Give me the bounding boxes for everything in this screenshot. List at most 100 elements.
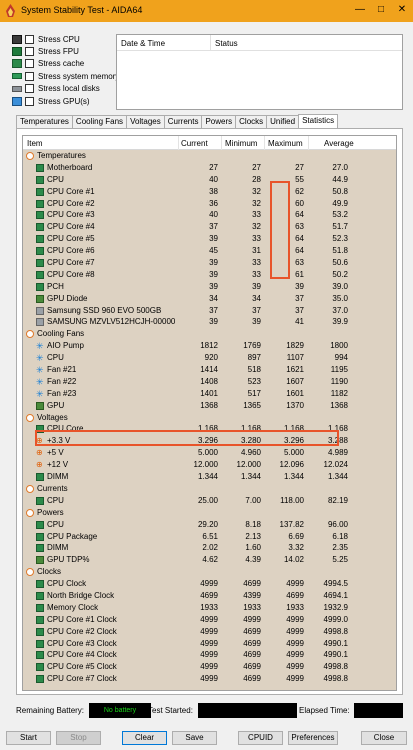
clear-button[interactable]: Clear <box>122 731 167 745</box>
item-label: CPU Clock <box>47 579 87 589</box>
table-row[interactable]: CPU Core #6 45 31 64 51.8 <box>23 245 396 257</box>
table-row[interactable]: ⊕ +5 V 5.000 4.960 5.000 4.989 <box>23 447 396 459</box>
tab-unified[interactable]: Unified <box>266 115 300 128</box>
table-row[interactable]: CPU Clock 4999 4699 4999 4994.5 <box>23 578 396 590</box>
table-row[interactable]: ✳ Fan #22 1408 523 1607 1190 <box>23 376 396 388</box>
table-row[interactable]: CPU Core #4 Clock 4999 4699 4999 4990.1 <box>23 649 396 661</box>
table-row[interactable]: GPU TDP% 4.62 4.39 14.02 5.25 <box>23 554 396 566</box>
sensor-chip-icon <box>36 532 44 541</box>
table-row[interactable]: CPU Core #4 37 32 63 51.7 <box>23 221 396 233</box>
table-row[interactable]: CPU Core #8 39 33 61 50.2 <box>23 269 396 281</box>
table-row[interactable]: GPU 1368 1365 1370 1368 <box>23 400 396 412</box>
stress-cpu-checkbox[interactable] <box>25 34 34 44</box>
category-toggle-icon[interactable] <box>26 152 34 160</box>
table-row[interactable]: Samsung SSD 960 EVO 500GB 37 37 37 37.0 <box>23 305 396 317</box>
sensor-chip-icon <box>36 639 44 648</box>
preferences-button[interactable]: Preferences <box>288 731 338 745</box>
stress-memory-checkbox[interactable] <box>25 71 34 81</box>
stress-cpu-option[interactable]: Stress CPU <box>12 33 119 45</box>
category-toggle-icon[interactable] <box>26 568 34 577</box>
category-row[interactable]: Currents <box>23 483 396 495</box>
table-row[interactable]: CPU Core #3 Clock 4999 4699 4999 4990.1 <box>23 638 396 650</box>
table-row[interactable]: Motherboard 27 27 27 27.0 <box>23 162 396 174</box>
table-row[interactable]: ✳ Fan #23 1401 517 1601 1182 <box>23 388 396 400</box>
average-value: 2.35 <box>332 543 348 553</box>
category-toggle-icon[interactable] <box>26 484 34 493</box>
start-button[interactable]: Start <box>6 731 51 745</box>
tab-voltages[interactable]: Voltages <box>126 115 165 128</box>
tab-cooling-fans[interactable]: Cooling Fans <box>71 115 128 128</box>
maximize-icon[interactable]: □ <box>374 3 388 17</box>
table-row[interactable]: CPU 29.20 8.18 137.82 96.00 <box>23 519 396 531</box>
category-row[interactable]: Temperatures <box>23 150 396 162</box>
current-value: 39 <box>209 269 218 279</box>
table-row[interactable]: ✳ Fan #21 1414 518 1621 1195 <box>23 364 396 376</box>
table-row[interactable]: CPU Package 6.51 2.13 6.69 6.18 <box>23 531 396 543</box>
stress-gpu-checkbox[interactable] <box>25 96 34 106</box>
close-button[interactable]: Close <box>361 731 407 745</box>
table-row[interactable]: CPU Core #2 36 32 60 49.9 <box>23 198 396 210</box>
category-row[interactable]: Cooling Fans <box>23 328 396 340</box>
table-row[interactable]: ✳ AIO Pump 1812 1769 1829 1800 <box>23 340 396 352</box>
category-toggle-icon[interactable] <box>26 413 34 422</box>
status-column-header[interactable]: Status <box>215 39 238 48</box>
stress-fpu-checkbox[interactable] <box>25 47 34 57</box>
table-row[interactable]: CPU Core #1 38 32 62 50.8 <box>23 186 396 198</box>
stress-disks-option[interactable]: Stress local disks <box>12 83 119 95</box>
maximum-value: 1.344 <box>283 472 304 482</box>
table-row[interactable]: DIMM 2.02 1.60 3.32 2.35 <box>23 542 396 554</box>
table-row[interactable]: SAMSUNG MZVLV512HCJH-00000 39 39 41 39.9 <box>23 316 396 328</box>
table-row[interactable]: GPU Diode 34 34 37 35.0 <box>23 293 396 305</box>
statistics-table[interactable]: Item Current Minimum Maximum Average Tem… <box>22 135 397 691</box>
table-row[interactable]: CPU Core #2 Clock 4999 4699 4999 4998.8 <box>23 626 396 638</box>
save-button[interactable]: Save <box>172 731 217 745</box>
category-toggle-icon[interactable] <box>26 508 34 517</box>
current-value: 4699 <box>200 590 218 600</box>
category-row[interactable]: Powers <box>23 507 396 519</box>
stress-gpu-option[interactable]: Stress GPU(s) <box>12 95 119 107</box>
tab-clocks[interactable]: Clocks <box>235 115 268 128</box>
stop-button[interactable]: Stop <box>56 731 101 745</box>
category-row[interactable]: Voltages <box>23 412 396 424</box>
current-column-header[interactable]: Current <box>181 139 208 148</box>
table-row[interactable]: DIMM 1.344 1.344 1.344 1.344 <box>23 471 396 483</box>
category-row[interactable]: Clocks <box>23 566 396 578</box>
category-toggle-icon[interactable] <box>26 330 34 339</box>
table-row[interactable]: North Bridge Clock 4699 4399 4699 4694.1 <box>23 590 396 602</box>
tab-currents[interactable]: Currents <box>163 115 203 128</box>
sensor-chip-icon <box>36 627 44 636</box>
item-label: CPU Core #1 <box>47 186 95 196</box>
table-row[interactable]: ⊕ +12 V 12.000 12.000 12.096 12.024 <box>23 459 396 471</box>
cpuid-button[interactable]: CPUID <box>238 731 283 745</box>
stress-disks-checkbox[interactable] <box>25 84 34 94</box>
table-row[interactable]: CPU Core #7 Clock 4999 4699 4999 4998.8 <box>23 673 396 685</box>
table-row[interactable]: ✳ CPU 920 897 1107 994 <box>23 352 396 364</box>
table-row[interactable]: CPU Core #5 39 33 64 52.3 <box>23 233 396 245</box>
item-column-header[interactable]: Item <box>27 139 43 148</box>
tab-powers[interactable]: Powers <box>201 115 237 128</box>
table-row[interactable]: CPU 40 28 55 44.9 <box>23 174 396 186</box>
table-row[interactable]: CPU Core #5 Clock 4999 4699 4999 4998.8 <box>23 661 396 673</box>
minimum-value: 523 <box>247 376 261 386</box>
average-column-header[interactable]: Average <box>324 139 354 148</box>
maximum-column-header[interactable]: Maximum <box>268 139 303 148</box>
stress-memory-option[interactable]: Stress system memory <box>12 70 119 82</box>
table-row[interactable]: CPU Core #3 40 33 64 53.2 <box>23 209 396 221</box>
stress-fpu-option[interactable]: Stress FPU <box>12 45 119 57</box>
date-time-column-header[interactable]: Date & Time <box>121 39 165 48</box>
minimize-icon[interactable]: — <box>353 3 367 17</box>
table-row[interactable]: CPU Core #1 Clock 4999 4999 4999 4999.0 <box>23 614 396 626</box>
table-row[interactable]: PCH 39 39 39 39.0 <box>23 281 396 293</box>
table-row[interactable]: Memory Clock 1933 1933 1933 1932.9 <box>23 602 396 614</box>
stress-cache-checkbox[interactable] <box>25 59 34 69</box>
tab-temperatures[interactable]: Temperatures <box>16 115 73 128</box>
close-icon[interactable]: ✕ <box>395 3 409 17</box>
table-row[interactable]: CPU 25.00 7.00 118.00 82.19 <box>23 495 396 507</box>
stress-cache-option[interactable]: Stress cache <box>12 58 119 70</box>
tab-statistics[interactable]: Statistics <box>298 114 339 128</box>
column-divider <box>178 136 179 150</box>
minimum-value: 4699 <box>243 626 261 636</box>
minimum-column-header[interactable]: Minimum <box>225 139 257 148</box>
status-log[interactable]: Date & Time Status <box>116 34 403 110</box>
table-row[interactable]: CPU Core #7 39 33 63 50.6 <box>23 257 396 269</box>
